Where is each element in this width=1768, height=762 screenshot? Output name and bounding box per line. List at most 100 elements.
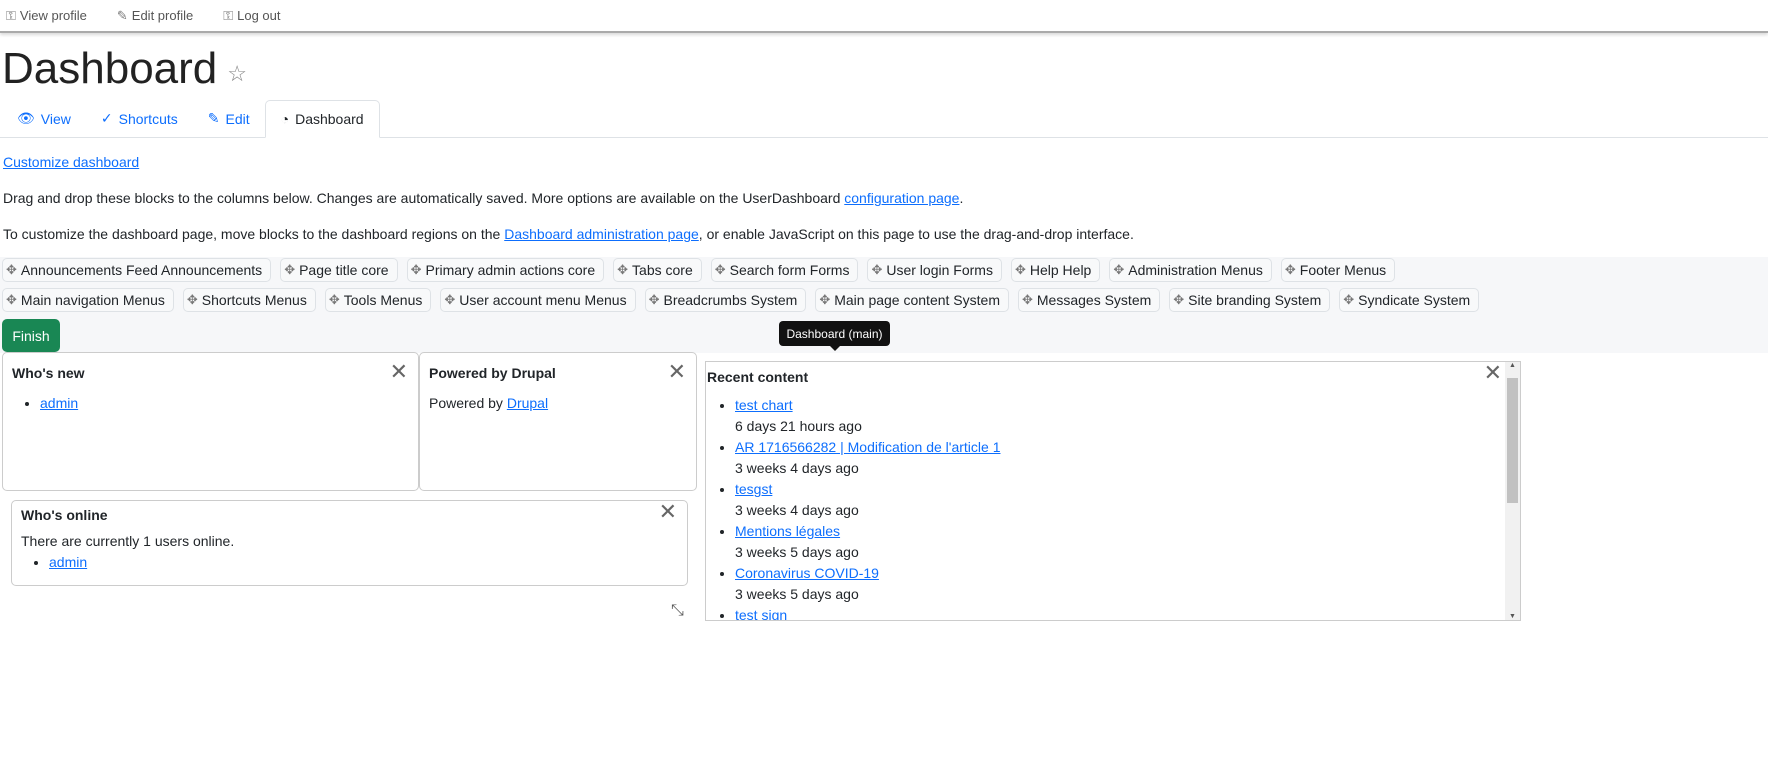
content-time: 3 weeks 4 days ago [735, 460, 859, 476]
block-title: Who's online [21, 507, 108, 523]
view-profile-link[interactable]: ⚿ View profile [6, 8, 87, 24]
user-link[interactable]: admin [49, 554, 87, 570]
draggable-block[interactable]: ✥ Page title core [280, 258, 398, 282]
customize-dashboard-link[interactable]: Customize dashboard [3, 154, 139, 170]
drupal-link[interactable]: Drupal [507, 395, 548, 411]
draggable-block[interactable]: ✥ Tools Menus [324, 288, 432, 312]
draggable-block[interactable]: ✥ Site branding System [1169, 288, 1331, 312]
powered-by-block[interactable]: Powered by Drupal ✕ Powered by Drupal [419, 352, 697, 491]
star-icon[interactable]: ☆ [227, 61, 247, 87]
edit-icon: ✎ [207, 110, 220, 126]
resize-handle-icon[interactable]: ⤡ [671, 602, 684, 620]
move-icon: ✥ [648, 292, 660, 307]
move-icon: ✥ [6, 292, 17, 307]
close-icon[interactable]: ✕ [668, 361, 686, 383]
list-item: tesgst 3 weeks 4 days ago [735, 479, 1520, 521]
online-text: There are currently 1 users online. [21, 533, 235, 549]
close-icon[interactable]: ✕ [659, 501, 677, 523]
list-item: test sign [735, 605, 1520, 620]
block-title: Who's new [12, 365, 85, 381]
region-tooltip: Dashboard (main) [779, 321, 890, 351]
draggable-block[interactable]: ✥ Search form Forms [710, 258, 859, 282]
move-icon: ✥ [1284, 262, 1296, 277]
move-icon: ✥ [284, 262, 296, 277]
content-link[interactable]: AR 1716566282 | Modification de l'articl… [735, 439, 1000, 455]
draggable-block[interactable]: ✥ Announcements Feed Announcements [2, 258, 272, 282]
content-time: 6 days 21 hours ago [735, 418, 862, 434]
draggable-block[interactable]: ✥ Footer Menus [1280, 258, 1396, 282]
intro-text: Drag and drop these blocks to the column… [3, 190, 964, 206]
content-link[interactable]: Mentions légales [735, 523, 840, 539]
draggable-block[interactable]: ✥ Main navigation Menus [2, 288, 174, 312]
tab-shortcuts[interactable]: ✓ Shortcuts [86, 100, 193, 137]
draggable-block[interactable]: ✥ Primary admin actions core [406, 258, 605, 282]
tabs: 👁 View ✓ Shortcuts ✎ Edit ◔ Dashboard [0, 100, 1768, 138]
gauge-icon: ◔ [280, 111, 290, 127]
draggable-block[interactable]: ✥ Syndicate System [1339, 288, 1480, 312]
move-icon: ✥ [617, 262, 629, 277]
scrollbar-thumb[interactable] [1507, 378, 1518, 503]
configuration-page-link[interactable]: configuration page [844, 190, 959, 206]
move-icon: ✥ [444, 292, 456, 307]
draggable-block[interactable]: ✥ Messages System [1017, 288, 1161, 312]
block-title: Powered by Drupal [429, 365, 556, 381]
move-icon: ✥ [1343, 292, 1355, 307]
list-item: admin [49, 552, 678, 573]
draggable-block[interactable]: ✥ Administration Menus [1109, 258, 1272, 282]
draggable-block[interactable]: ✥ Help Help [1010, 258, 1101, 282]
list-item: AR 1716566282 | Modification de l'articl… [735, 437, 1520, 479]
content-link[interactable]: tesgst [735, 481, 772, 497]
blocks-row-1: ✥ Announcements Feed Announcements ✥ Page t… [2, 258, 1396, 282]
draggable-block[interactable]: ✥ Shortcuts Menus [182, 288, 316, 312]
list-item: admin [40, 393, 409, 414]
content-link[interactable]: test sign [735, 607, 787, 620]
move-icon: ✥ [714, 262, 726, 277]
whos-online-block[interactable]: Who's online ✕ There are currently 1 use… [11, 500, 688, 586]
tab-dashboard[interactable]: ◔ Dashboard [264, 100, 380, 138]
intro-text-2: To customize the dashboard page, move bl… [3, 226, 1134, 242]
user-link[interactable]: admin [40, 395, 78, 411]
key-icon: ⚿ [6, 7, 16, 23]
edit-profile-link[interactable]: ✎ Edit profile [117, 8, 193, 24]
log-out-link[interactable]: ⚿ Log out [223, 8, 280, 24]
close-icon[interactable]: ✕ [1484, 362, 1502, 384]
blocks-row-2: ✥ Main navigation Menus ✥ Shortcuts Menus ✥ T… [2, 288, 1480, 312]
draggable-block[interactable]: ✥ Tabs core [613, 258, 702, 282]
draggable-block[interactable]: ✥ User login Forms [867, 258, 1002, 282]
whos-new-block[interactable]: Who's new ✕ admin [2, 352, 419, 491]
list-item: Coronavirus COVID-19 3 weeks 5 days ago [735, 563, 1520, 605]
move-icon: ✥ [328, 292, 340, 307]
dashboard-admin-link[interactable]: Dashboard administration page [504, 226, 699, 242]
move-icon: ✥ [1021, 292, 1033, 307]
list-item: test chart 6 days 21 hours ago [735, 395, 1520, 437]
move-icon: ✥ [6, 262, 17, 277]
content-time: 3 weeks 5 days ago [735, 586, 859, 602]
recent-content-list: test chart 6 days 21 hours ago AR 17165662… [707, 395, 1520, 620]
tab-view[interactable]: 👁 View [2, 100, 86, 137]
draggable-block[interactable]: ✥ User account menu Menus [440, 288, 636, 312]
powered-text: Powered by Drupal [429, 395, 549, 411]
move-icon: ✥ [186, 292, 198, 307]
draggable-block[interactable]: ✥ Main page content System [815, 288, 1009, 312]
scrollbar[interactable]: ▲ ▼ [1505, 362, 1520, 620]
move-icon: ✥ [871, 262, 883, 277]
recent-content-block[interactable]: Recent content ✕ test chart 6 days 21 hou… [705, 361, 1521, 621]
user-toolbar: ⚿ View profile ✎ Edit profile ⚿ Log out [0, 0, 1768, 33]
finish-button[interactable]: Finish [2, 319, 60, 352]
move-icon: ✥ [410, 262, 422, 277]
tab-edit[interactable]: ✎ Edit [193, 100, 265, 137]
block-title: Recent content [707, 369, 809, 385]
content-time: 3 weeks 4 days ago [735, 502, 859, 518]
key-icon: ⚿ [223, 7, 234, 23]
move-icon: ✥ [1014, 262, 1026, 277]
content-link[interactable]: Coronavirus COVID-19 [735, 565, 879, 581]
content-link[interactable]: test chart [735, 397, 793, 413]
list-item: Mentions légales 3 weeks 5 days ago [735, 521, 1520, 563]
move-icon: ✥ [1113, 262, 1125, 277]
close-icon[interactable]: ✕ [390, 361, 408, 383]
move-icon: ✥ [1173, 292, 1185, 307]
draggable-block[interactable]: ✥ Breadcrumbs System [644, 288, 807, 312]
edit-icon: ✎ [116, 7, 128, 23]
check-icon: ✓ [100, 110, 113, 126]
page-title-wrap: Dashboard ☆ [2, 44, 247, 94]
